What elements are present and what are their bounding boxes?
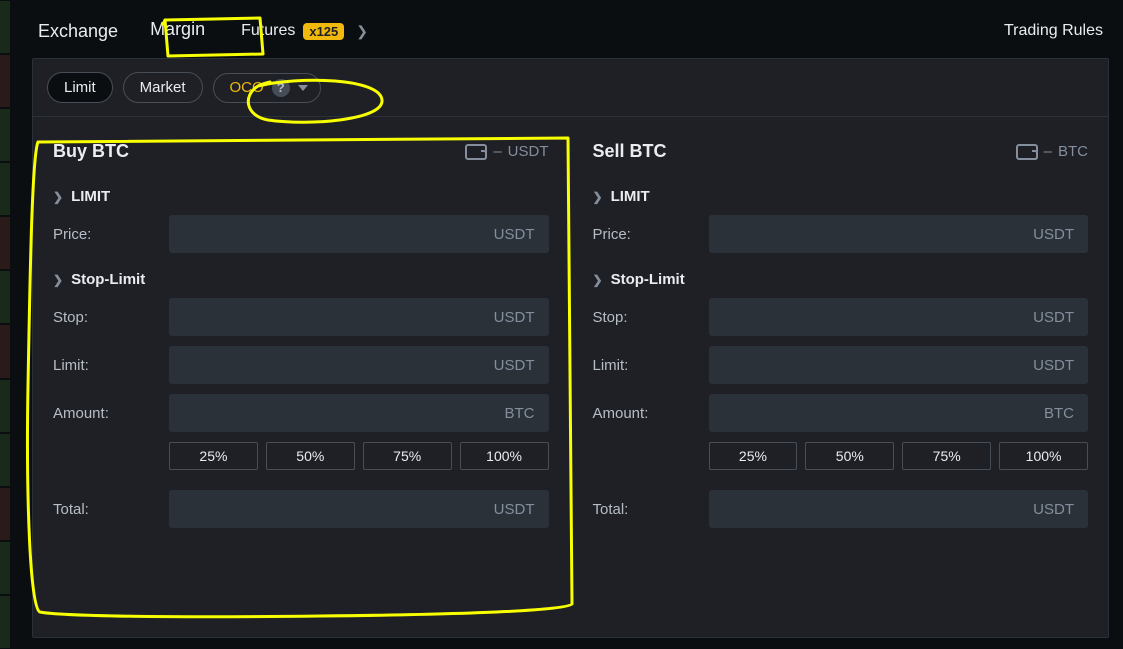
- total-label: Total:: [53, 501, 169, 518]
- amount-label: Amount:: [593, 405, 709, 422]
- sell-stop-input[interactable]: USDT: [709, 298, 1089, 336]
- oco-label: OCO: [230, 79, 264, 96]
- stop-label: Stop:: [53, 309, 169, 326]
- trading-rules-link[interactable]: Trading Rules: [1004, 22, 1103, 40]
- chevron-right-icon: ❯: [53, 190, 63, 204]
- unit-label: USDT: [1033, 309, 1074, 326]
- wallet-unit: BTC: [1058, 143, 1088, 160]
- stoplimit-heading: Stop-Limit: [71, 271, 145, 288]
- unit-label: USDT: [494, 501, 535, 518]
- pct-75-button[interactable]: 75%: [363, 442, 452, 470]
- order-type-market[interactable]: Market: [123, 72, 203, 103]
- sell-wallet-balance[interactable]: – BTC: [1016, 143, 1088, 160]
- buy-limit-input[interactable]: USDT: [169, 346, 549, 384]
- sell-title: Sell BTC: [593, 141, 667, 162]
- sell-limit-input[interactable]: USDT: [709, 346, 1089, 384]
- unit-label: USDT: [1033, 501, 1074, 518]
- pct-50-button[interactable]: 50%: [805, 442, 894, 470]
- unit-label: USDT: [494, 357, 535, 374]
- wallet-unit: USDT: [508, 143, 549, 160]
- buy-stoplimit-section[interactable]: ❯ Stop-Limit: [53, 271, 549, 288]
- pct-25-button[interactable]: 25%: [169, 442, 258, 470]
- unit-label: USDT: [494, 226, 535, 243]
- chevron-down-icon[interactable]: [298, 85, 308, 91]
- buy-total-input[interactable]: USDT: [169, 490, 549, 528]
- pct-100-button[interactable]: 100%: [460, 442, 549, 470]
- sell-percent-row: 25% 50% 75% 100%: [709, 442, 1089, 470]
- buy-amount-input[interactable]: BTC: [169, 394, 549, 432]
- chevron-right-icon: ❯: [593, 190, 603, 204]
- limit-heading: LIMIT: [611, 188, 650, 205]
- wallet-dash: –: [493, 143, 501, 160]
- buy-form: Buy BTC – USDT ❯ LIMIT Price: USDT: [53, 141, 549, 538]
- buy-price-input[interactable]: USDT: [169, 215, 549, 253]
- wallet-icon: [465, 144, 487, 160]
- unit-label: USDT: [494, 309, 535, 326]
- unit-label: USDT: [1033, 357, 1074, 374]
- amount-label: Amount:: [53, 405, 169, 422]
- wallet-dash: –: [1044, 143, 1052, 160]
- nav-margin[interactable]: Margin: [140, 15, 215, 48]
- futures-label: Futures: [241, 22, 295, 40]
- buy-stop-input[interactable]: USDT: [169, 298, 549, 336]
- order-panel: Limit Market OCO ? Buy BTC – USDT: [32, 58, 1109, 638]
- stop-label: Stop:: [593, 309, 709, 326]
- sell-price-input[interactable]: USDT: [709, 215, 1089, 253]
- order-type-oco[interactable]: OCO ?: [213, 73, 321, 103]
- limit-label: Limit:: [593, 357, 709, 374]
- sell-total-input[interactable]: USDT: [709, 490, 1089, 528]
- limit-heading: LIMIT: [71, 188, 110, 205]
- top-nav: Exchange Margin Futures x125 ❯ Trading R…: [18, 8, 1123, 54]
- order-type-limit[interactable]: Limit: [47, 72, 113, 103]
- limit-label: Limit:: [53, 357, 169, 374]
- wallet-icon: [1016, 144, 1038, 160]
- sell-amount-input[interactable]: BTC: [709, 394, 1089, 432]
- unit-label: BTC: [505, 405, 535, 422]
- chevron-right-icon: ❯: [593, 273, 603, 287]
- unit-label: USDT: [1033, 226, 1074, 243]
- buy-wallet-balance[interactable]: – USDT: [465, 143, 548, 160]
- total-label: Total:: [593, 501, 709, 518]
- futures-x125-badge: x125: [303, 23, 344, 40]
- buy-percent-row: 25% 50% 75% 100%: [169, 442, 549, 470]
- stoplimit-heading: Stop-Limit: [611, 271, 685, 288]
- pct-50-button[interactable]: 50%: [266, 442, 355, 470]
- price-label: Price:: [53, 226, 169, 243]
- buy-limit-section[interactable]: ❯ LIMIT: [53, 188, 549, 205]
- price-label: Price:: [593, 226, 709, 243]
- buy-title: Buy BTC: [53, 141, 129, 162]
- help-icon[interactable]: ?: [272, 79, 290, 97]
- sell-stoplimit-section[interactable]: ❯ Stop-Limit: [593, 271, 1089, 288]
- nav-exchange[interactable]: Exchange: [38, 21, 118, 42]
- sell-limit-section[interactable]: ❯ LIMIT: [593, 188, 1089, 205]
- chevron-right-icon: ❯: [53, 273, 63, 287]
- pct-100-button[interactable]: 100%: [999, 442, 1088, 470]
- unit-label: BTC: [1044, 405, 1074, 422]
- order-type-tabs: Limit Market OCO ?: [33, 59, 1108, 117]
- pct-75-button[interactable]: 75%: [902, 442, 991, 470]
- chevron-right-icon: ❯: [356, 23, 368, 40]
- pct-25-button[interactable]: 25%: [709, 442, 798, 470]
- nav-futures[interactable]: Futures x125 ❯: [241, 22, 368, 40]
- sell-form: Sell BTC – BTC ❯ LIMIT Price: USDT: [593, 141, 1089, 538]
